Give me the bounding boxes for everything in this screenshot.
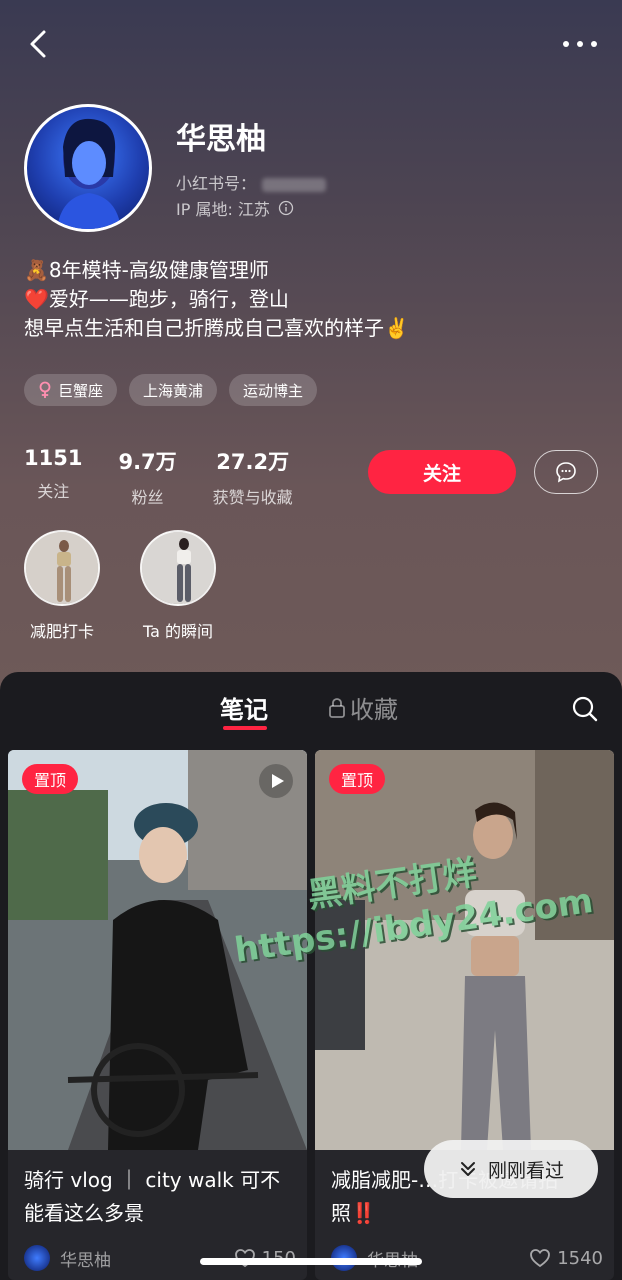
redbook-id-blurred [262, 177, 327, 192]
highlight-cover-image [142, 532, 214, 604]
more-options-button[interactable] [560, 30, 600, 58]
more-dots-icon [563, 41, 597, 47]
likes-count: 1540 [557, 1247, 603, 1269]
lock-icon [329, 697, 345, 718]
author-avatar [24, 1245, 50, 1271]
profile-tags: 巨蟹座 上海黄浦 运动博主 [24, 374, 318, 406]
heart-icon [530, 1249, 551, 1268]
highlight-label: Ta 的瞬间 [142, 622, 214, 641]
ip-location: IP 属地: 江苏 [176, 196, 294, 220]
profile-stats: 1151 关注 9.7万 粉丝 27.2万 获赞与收藏 [24, 446, 329, 508]
follow-button[interactable]: 关注 [368, 450, 516, 494]
message-button[interactable] [534, 450, 598, 494]
tag-label: 上海黄浦 [143, 381, 204, 400]
female-icon [39, 381, 51, 398]
highlight-cover-image [26, 532, 98, 604]
highlight-cover [24, 530, 100, 606]
chat-bubble-icon [556, 462, 576, 483]
content-tabs: 笔记 收藏 [0, 672, 622, 746]
highlight-weight-loss[interactable]: 减肥打卡 [24, 530, 100, 642]
stat-number: 1151 [24, 446, 83, 470]
play-icon [259, 764, 293, 798]
tag-label: 运动博主 [243, 381, 304, 400]
tag-location[interactable]: 上海黄浦 [129, 374, 218, 406]
redbook-id-label: 小红书号： [176, 174, 257, 193]
profile-bio: 🧸8年模特-高级健康管理师 ❤️爱好——跑步，骑行，登山 想早点生活和自己折腾成… [24, 256, 409, 343]
highlight-moments[interactable]: Ta 的瞬间 [140, 530, 216, 642]
profile-name: 华思柚 [176, 122, 266, 157]
ip-location-label: IP 属地: 江苏 [176, 200, 270, 219]
note-author[interactable]: 华思柚 [24, 1245, 111, 1271]
tab-collect[interactable]: 收藏 [328, 690, 398, 725]
search-icon [572, 696, 598, 722]
avatar-photo [57, 118, 121, 229]
stat-label: 获赞与收藏 [212, 488, 293, 507]
pinned-badge: 置顶 [22, 764, 79, 794]
tab-notes[interactable]: 笔记 [220, 690, 268, 725]
tag-label: 巨蟹座 [58, 381, 104, 400]
stat-followers[interactable]: 9.7万 粉丝 [118, 446, 176, 508]
bio-line: 🧸8年模特-高级健康管理师 [24, 258, 269, 282]
highlight-cover [140, 530, 216, 606]
stat-number: 27.2万 [216, 450, 290, 474]
info-icon[interactable] [278, 200, 294, 216]
back-button[interactable] [22, 26, 58, 62]
stat-following[interactable]: 1151 关注 [24, 446, 82, 508]
tag-zodiac[interactable]: 巨蟹座 [24, 374, 118, 406]
note-card[interactable]: 置顶 减脂减肥-…打卡被邀请拍照‼️ 华思柚 1540 [315, 750, 614, 1280]
stat-label: 关注 [37, 482, 70, 501]
stat-likes-collects[interactable]: 27.2万 获赞与收藏 [213, 446, 293, 508]
bio-line: 想早点生活和自己折腾成自己喜欢的样子✌️ [24, 316, 409, 340]
stat-number: 9.7万 [118, 450, 177, 474]
pinned-badge: 置顶 [329, 764, 386, 794]
redbook-id: 小红书号： [176, 170, 327, 194]
home-indicator[interactable] [200, 1258, 422, 1265]
active-tab-indicator [223, 726, 267, 730]
recently-viewed-label: 刚刚看过 [487, 1159, 564, 1182]
highlight-label: 减肥打卡 [29, 622, 94, 641]
stat-label: 粉丝 [131, 488, 164, 507]
note-title: 骑行 vlog ｜ city walk 可不能看这么多景 [24, 1168, 281, 1225]
chevron-left-icon [30, 30, 46, 58]
double-chevron-down-icon [460, 1162, 475, 1176]
author-name: 华思柚 [60, 1250, 111, 1271]
tab-collect-label: 收藏 [350, 696, 398, 724]
bio-line: ❤️爱好——跑步，骑行，登山 [24, 287, 289, 311]
recently-viewed-button[interactable]: 刚刚看过 [424, 1140, 598, 1198]
tag-category[interactable]: 运动博主 [229, 374, 318, 406]
avatar[interactable] [24, 104, 152, 232]
search-button[interactable] [570, 694, 600, 724]
note-card[interactable]: 置顶 骑行 vlog ｜ city walk 可不能看这么多景 华思柚 150 [8, 750, 307, 1280]
note-likes[interactable]: 1540 [529, 1248, 603, 1269]
